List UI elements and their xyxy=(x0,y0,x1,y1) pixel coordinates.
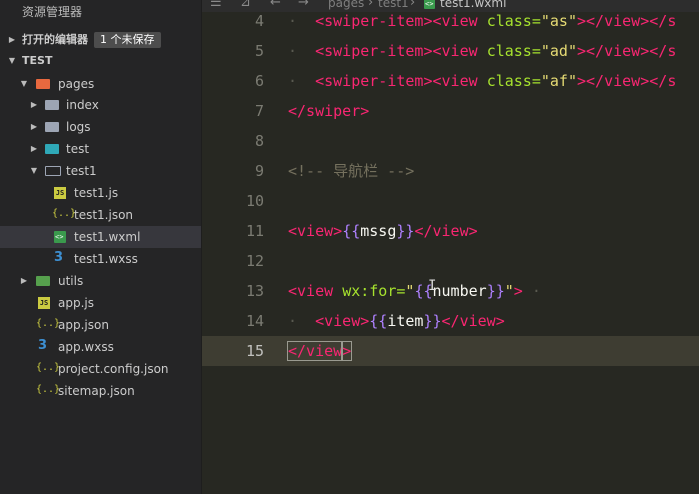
tree-item-app-json[interactable]: {..} app.json xyxy=(0,314,201,336)
line-number: 5 xyxy=(254,42,264,60)
json-file-icon: {..} xyxy=(36,318,61,329)
line-number: 12 xyxy=(245,252,264,270)
tree-item-label: test1 xyxy=(66,164,97,178)
tree-item-test1-json[interactable]: {..} test1.json xyxy=(0,204,201,226)
chevron-right-icon: ▶ xyxy=(20,276,28,285)
code-text: </swiper> xyxy=(288,102,370,120)
css-file-icon: 3 xyxy=(54,250,64,265)
tree-item-test1-js[interactable]: JS test1.js xyxy=(0,182,201,204)
unsaved-badge: 1 个未保存 xyxy=(94,32,161,48)
code-text: · <swiper-item><view class="as"></view><… xyxy=(288,12,677,30)
code-line[interactable]: 7 </swiper> xyxy=(202,96,699,126)
chevron-right-icon: ▶ xyxy=(30,144,38,153)
tree-item-logs[interactable]: ▶ logs xyxy=(0,116,201,138)
line-number: 11 xyxy=(245,222,264,240)
tree-item-label: app.js xyxy=(58,296,94,310)
wxml-file-icon xyxy=(54,231,66,243)
chevron-down-icon: ▼ xyxy=(8,56,16,65)
folder-open-icon xyxy=(45,166,61,176)
folder-test-icon xyxy=(45,144,59,154)
matching-tag-highlight: </view xyxy=(286,341,344,361)
code-text: · <swiper-item><view class="ad"></view><… xyxy=(288,42,677,60)
tree-item-label: test1.wxml xyxy=(74,230,141,244)
tree-item-utils[interactable]: ▶ utils xyxy=(0,270,201,292)
code-text: <view>{{mssg}}</view> xyxy=(288,222,478,240)
js-file-icon: JS xyxy=(38,297,50,309)
chevron-down-icon: ▼ xyxy=(30,166,38,175)
tree-item-label: app.json xyxy=(58,318,109,332)
code-text: <!-- 导航栏 --> xyxy=(288,162,415,180)
tree-item-label: test1.wxss xyxy=(74,252,138,266)
explorer-sidebar: 资源管理器 ▶ 打开的编辑器 1 个未保存 ▼ TEST ▼ pages ▶ i… xyxy=(0,0,202,494)
css-file-icon: 3 xyxy=(38,338,48,353)
code-line[interactable]: 12 xyxy=(202,246,699,276)
line-number: 13 xyxy=(245,282,264,300)
code-text: <view wx:for="{{number}}"> · xyxy=(288,282,541,300)
tree-item-pages[interactable]: ▼ pages xyxy=(0,73,201,95)
code-text: </view> xyxy=(286,341,353,361)
folder-utils-icon xyxy=(36,276,50,286)
code-line[interactable]: 8 xyxy=(202,126,699,156)
tree-item-label: sitemap.json xyxy=(58,384,135,398)
tree-item-label: test1.json xyxy=(74,208,134,222)
chevron-right-icon: ▶ xyxy=(8,35,16,44)
explorer-title: 资源管理器 xyxy=(22,5,83,19)
code-editor[interactable]: ☰ ⊿ ← → pages › test1 › test1.wxml 4 · <… xyxy=(202,0,699,494)
tree-item-test1-wxml[interactable]: test1.wxml xyxy=(0,226,201,248)
code-line[interactable]: 9 <!-- 导航栏 --> xyxy=(202,156,699,186)
line-number: 8 xyxy=(254,132,264,150)
line-number: 14 xyxy=(245,312,264,330)
tree-item-label: pages xyxy=(58,77,95,91)
code-text: · <swiper-item><view class="af"></view><… xyxy=(288,72,677,90)
json-file-icon: {..} xyxy=(36,384,61,395)
tree-item-label: logs xyxy=(66,120,91,134)
tree-item-test1[interactable]: ▼ test1 xyxy=(0,160,201,182)
tree-item-test[interactable]: ▶ test xyxy=(0,138,201,160)
code-line[interactable]: 4 · <swiper-item><view class="as"></view… xyxy=(202,6,699,36)
chevron-right-icon: ▶ xyxy=(30,122,38,131)
tree-item-project-config[interactable]: {..} project.config.json xyxy=(0,358,201,380)
chevron-down-icon: ▼ xyxy=(20,79,28,88)
folder-icon xyxy=(45,100,59,110)
tree-item-test1-wxss[interactable]: 3 test1.wxss xyxy=(0,248,201,270)
js-file-icon: JS xyxy=(54,187,66,199)
tree-item-app-wxss[interactable]: 3 app.wxss xyxy=(0,336,201,358)
tree-item-index[interactable]: ▶ index xyxy=(0,94,201,116)
code-line[interactable]: 13 <view wx:for="{{number}}"> · xyxy=(202,276,699,306)
tree-item-label: project.config.json xyxy=(58,362,169,376)
tree-item-label: test xyxy=(66,142,90,156)
code-line[interactable]: 10 xyxy=(202,186,699,216)
code-text: · <view>{{item}}</view> xyxy=(288,312,505,330)
line-number: 10 xyxy=(245,192,264,210)
tree-item-label: index xyxy=(66,98,99,112)
project-name: TEST xyxy=(22,54,53,67)
json-file-icon: {..} xyxy=(36,362,61,373)
tree-item-label: test1.js xyxy=(74,186,119,200)
open-editors-label: 打开的编辑器 xyxy=(22,33,88,46)
line-number: 15 xyxy=(245,342,264,360)
code-line[interactable]: 5 · <swiper-item><view class="ad"></view… xyxy=(202,36,699,66)
line-number: 7 xyxy=(254,102,264,120)
mouse-ibeam-cursor: I xyxy=(428,278,437,294)
code-line[interactable]: 11 <view>{{mssg}}</view> xyxy=(202,216,699,246)
code-line[interactable]: 6 · <swiper-item><view class="af"></view… xyxy=(202,66,699,96)
json-file-icon: {..} xyxy=(52,208,77,219)
tree-item-app-js[interactable]: JS app.js xyxy=(0,292,201,314)
project-section[interactable]: ▼ TEST xyxy=(0,50,202,72)
line-number: 4 xyxy=(254,12,264,30)
open-editors-section[interactable]: ▶ 打开的编辑器 1 个未保存 xyxy=(0,29,202,51)
chevron-right-icon: ▶ xyxy=(30,100,38,109)
code-line-current[interactable]: 15 </view> xyxy=(202,336,699,366)
tree-item-label: app.wxss xyxy=(58,340,114,354)
tree-item-label: utils xyxy=(58,274,84,288)
line-number: 6 xyxy=(254,72,264,90)
code-line[interactable]: 14 · <view>{{item}}</view> xyxy=(202,306,699,336)
tree-item-sitemap[interactable]: {..} sitemap.json xyxy=(0,380,201,402)
folder-pages-icon xyxy=(36,79,50,89)
line-number: 9 xyxy=(254,162,264,180)
folder-icon xyxy=(45,122,59,132)
